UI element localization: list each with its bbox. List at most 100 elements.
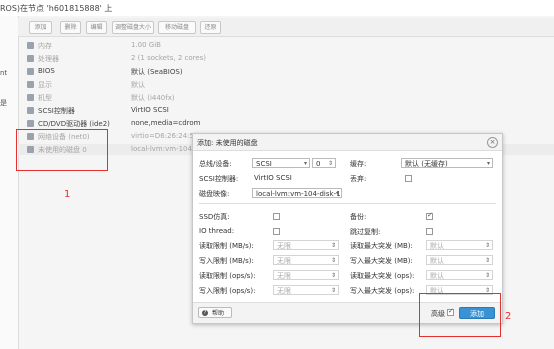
- hardware-row-scsi[interactable]: SCSI控制器 VirtIO SCSI: [18, 105, 554, 116]
- row-key: 处理器: [38, 55, 59, 63]
- field-placeholder: 无限: [277, 257, 291, 265]
- row-key: 内存: [38, 42, 52, 50]
- machine-icon: [27, 94, 34, 101]
- cpu-icon: [27, 55, 34, 62]
- write-limit-ops-label: 写入限制 (ops/s):: [199, 287, 256, 295]
- chevron-down-icon: ▾: [486, 160, 490, 167]
- row-key: CD/DVD驱动器 (ide2): [38, 120, 110, 128]
- display-icon: [27, 81, 34, 88]
- spinner-icon: ⇕: [327, 160, 333, 167]
- row-value: 1.00 GiB: [131, 41, 161, 49]
- annotation-label-1: 1: [64, 189, 71, 200]
- close-icon[interactable]: ×: [487, 137, 498, 148]
- backup-label: 备份:: [350, 213, 367, 221]
- resize-disk-button[interactable]: 调整磁盘大小: [112, 21, 154, 34]
- read-burst-mb-label: 读取最大突发 (MB):: [350, 242, 413, 250]
- edit-button[interactable]: 编辑: [86, 21, 107, 34]
- row-value: VirtIO SCSI: [131, 106, 169, 114]
- hardware-row-cdrom[interactable]: CD/DVD驱动器 (ide2) none,media=cdrom: [18, 118, 554, 129]
- write-limit-mbs-label: 写入限制 (MB/s):: [199, 257, 254, 265]
- left-pane-text: 是: [0, 99, 7, 107]
- breadcrumb: ROS)在节点 'h601815888' 上: [0, 4, 113, 13]
- field-placeholder: 无限: [277, 272, 291, 280]
- top-bar: ROS)在节点 'h601815888' 上: [0, 0, 554, 16]
- remove-button[interactable]: 删除: [60, 21, 81, 34]
- memory-icon: [27, 42, 34, 49]
- ssd-emulation-checkbox[interactable]: [273, 213, 280, 220]
- left-pane-text: nt: [0, 69, 8, 77]
- hardware-row-machine[interactable]: 机型 默认 (i440fx): [18, 92, 554, 103]
- scsi-controller-label: SCSI控制器:: [199, 175, 239, 183]
- spinner-icon: ⇕: [484, 257, 490, 264]
- spinner-icon: ⇕: [330, 257, 336, 264]
- disk-image-select[interactable]: local-lvm:vm-104-disk-1 ▾: [252, 188, 342, 198]
- add-button[interactable]: 添加: [29, 21, 52, 34]
- help-icon: ?: [202, 310, 208, 316]
- write-burst-mb-field[interactable]: 默认 ⇕: [426, 255, 493, 265]
- hardware-row-display[interactable]: 显示 默认: [18, 79, 554, 90]
- read-limit-mbs-field[interactable]: 无限 ⇕: [273, 240, 339, 250]
- row-key: 显示: [38, 81, 52, 89]
- hardware-row-cpu[interactable]: 处理器 2 (1 sockets, 2 cores): [18, 53, 554, 64]
- field-placeholder: 默认: [430, 257, 444, 265]
- scsi-controller-value: VirtIO SCSI: [254, 174, 292, 182]
- revert-button[interactable]: 还原: [200, 21, 221, 34]
- device-index-value: 0: [316, 160, 321, 168]
- write-burst-ops-label: 写入最大突发 (ops):: [350, 287, 415, 295]
- cache-select[interactable]: 默认 (无缓存) ▾: [401, 158, 493, 168]
- row-key: 机型: [38, 94, 52, 102]
- field-placeholder: 无限: [277, 287, 291, 295]
- spinner-icon: ⇕: [330, 242, 336, 249]
- backup-checkbox[interactable]: [426, 211, 433, 220]
- write-limit-ops-field[interactable]: 无限 ⇕: [273, 285, 339, 295]
- spinner-icon: ⇕: [484, 242, 490, 249]
- divider: [199, 203, 496, 204]
- skip-replication-checkbox[interactable]: [426, 228, 433, 235]
- spinner-icon: ⇕: [484, 272, 490, 279]
- read-limit-mbs-label: 读取限制 (MB/s):: [199, 242, 254, 250]
- dialog-header: 添加: 未使用的磁盘 ×: [193, 134, 502, 151]
- row-key: BIOS: [38, 67, 55, 75]
- row-value: 默认 (i440fx): [131, 94, 175, 102]
- io-thread-checkbox[interactable]: [273, 228, 280, 235]
- hardware-row-memory[interactable]: 内存 1.00 GiB: [18, 40, 554, 51]
- spinner-icon: ⇕: [330, 272, 336, 279]
- row-value: 默认 (SeaBIOS): [131, 68, 183, 76]
- field-placeholder: 无限: [277, 242, 291, 250]
- io-thread-label: IO thread:: [199, 227, 235, 235]
- annotation-box-2: [419, 293, 501, 337]
- discard-checkbox[interactable]: [405, 175, 412, 182]
- device-index-stepper[interactable]: 0 ⇕: [312, 158, 336, 168]
- write-burst-mb-label: 写入最大突发 (MB):: [350, 257, 413, 265]
- cache-select-value: 默认 (无缓存): [405, 160, 448, 168]
- field-placeholder: 默认: [430, 272, 444, 280]
- cdrom-icon: [27, 120, 34, 127]
- write-limit-mbs-field[interactable]: 无限 ⇕: [273, 255, 339, 265]
- bus-select-value: SCSI: [256, 160, 272, 168]
- move-disk-button[interactable]: 移动磁盘: [158, 21, 196, 34]
- skip-replication-label: 跳过复制:: [350, 228, 381, 236]
- read-burst-ops-label: 读取最大突发 (ops):: [350, 272, 415, 280]
- scsi-icon: [27, 107, 34, 114]
- read-burst-mb-field[interactable]: 默认 ⇕: [426, 240, 493, 250]
- read-limit-ops-label: 读取限制 (ops/s):: [199, 272, 256, 280]
- hardware-row-bios[interactable]: BIOS 默认 (SeaBIOS): [18, 66, 554, 77]
- bus-device-label: 总线/设备:: [199, 160, 232, 168]
- spinner-icon: ⇕: [330, 287, 336, 294]
- discard-label: 丢弃:: [350, 175, 367, 183]
- row-value: 默认: [131, 81, 145, 89]
- help-button[interactable]: ? 帮助: [198, 307, 232, 318]
- bios-icon: [27, 68, 34, 75]
- ssd-emulation-label: SSD仿真:: [199, 213, 230, 221]
- field-placeholder: 默认: [430, 242, 444, 250]
- disk-image-value: local-lvm:vm-104-disk-1: [256, 190, 341, 198]
- chevron-down-icon: ▾: [303, 160, 307, 167]
- read-limit-ops-field[interactable]: 无限 ⇕: [273, 270, 339, 280]
- left-pane: nt 是: [0, 16, 19, 349]
- hardware-toolbar: 添加 删除 编辑 调整磁盘大小 移动磁盘 还原: [18, 18, 554, 37]
- cache-label: 缓存:: [350, 160, 367, 168]
- bus-select[interactable]: SCSI ▾: [252, 158, 310, 168]
- annotation-label-2: 2: [505, 311, 512, 322]
- read-burst-ops-field[interactable]: 默认 ⇕: [426, 270, 493, 280]
- help-label: 帮助: [212, 310, 225, 317]
